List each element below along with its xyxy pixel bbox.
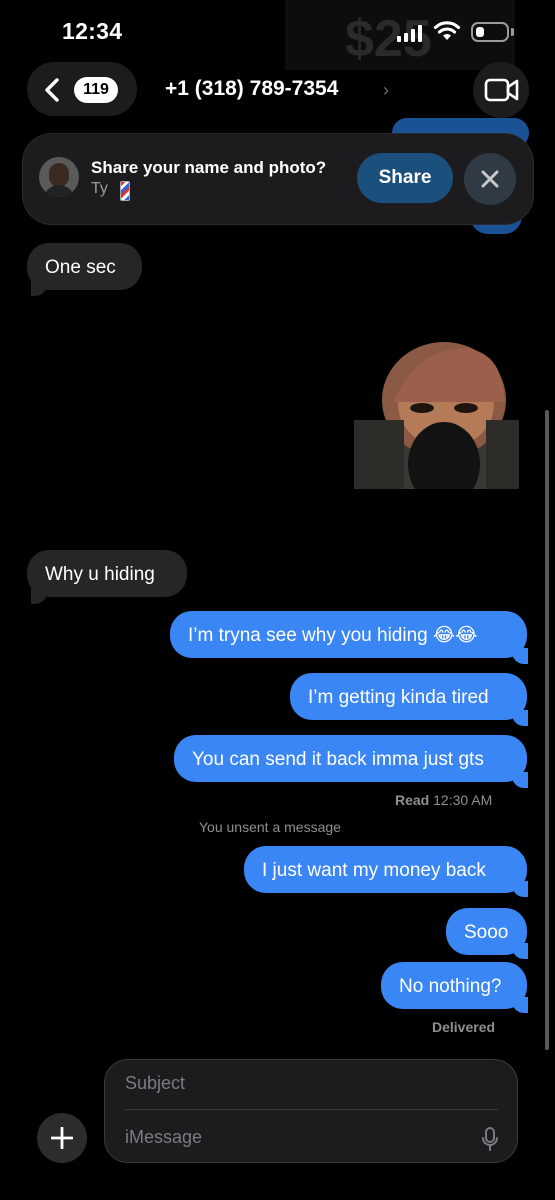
read-label: Read [395, 792, 430, 808]
banner-subtitle: Ty [91, 180, 108, 197]
message-sent[interactable]: I’m getting kinda tired [290, 673, 527, 720]
share-button[interactable]: Share [357, 153, 453, 203]
read-receipt: Read 12:30 AM [395, 792, 492, 808]
message-sent[interactable]: I’m tryna see why you hiding 😂😂 [170, 611, 527, 658]
signal-icon [397, 24, 422, 42]
battery-tip [511, 28, 514, 36]
read-time: 12:30 AM [433, 792, 493, 808]
wifi-icon [433, 21, 461, 40]
message-sent[interactable]: Sooo [446, 908, 527, 955]
chevron-right-icon[interactable]: › [383, 80, 389, 101]
unread-count-badge[interactable]: 119 [74, 77, 118, 103]
message-input[interactable]: iMessage [125, 1127, 202, 1148]
delivered-receipt: Delivered [432, 1019, 496, 1035]
banner-title: Share your name and photo? [91, 158, 327, 177]
subject-input[interactable]: Subject [125, 1073, 185, 1094]
barber-pole-icon [120, 181, 130, 201]
apps-button[interactable] [37, 1113, 87, 1163]
chevron-back-icon[interactable] [44, 78, 60, 102]
battery-icon [471, 22, 509, 42]
status-time: 12:34 [62, 18, 123, 44]
scrollbar[interactable] [545, 410, 549, 1050]
composer-divider [125, 1109, 498, 1110]
close-icon[interactable] [481, 170, 499, 188]
message-sent[interactable]: You can send it back imma just gts [174, 735, 527, 782]
sticker-image[interactable] [354, 342, 519, 489]
battery-level-fill [476, 27, 484, 37]
video-call-icon[interactable] [484, 77, 520, 103]
plus-icon[interactable] [51, 1127, 73, 1149]
share-name-photo-banner [22, 133, 534, 225]
message-sent[interactable]: I just want my money back [244, 846, 527, 893]
message-received[interactable]: One sec [27, 243, 142, 290]
contact-title[interactable]: +1 (318) 789-7354 [165, 77, 338, 101]
dismiss-banner-button[interactable] [464, 153, 516, 205]
avatar [39, 157, 79, 197]
unsent-notice: You unsent a message [199, 819, 341, 835]
microphone-icon[interactable] [482, 1127, 498, 1151]
message-received[interactable]: Why u hiding [27, 550, 187, 597]
message-sent[interactable]: No nothing? [381, 962, 527, 1009]
